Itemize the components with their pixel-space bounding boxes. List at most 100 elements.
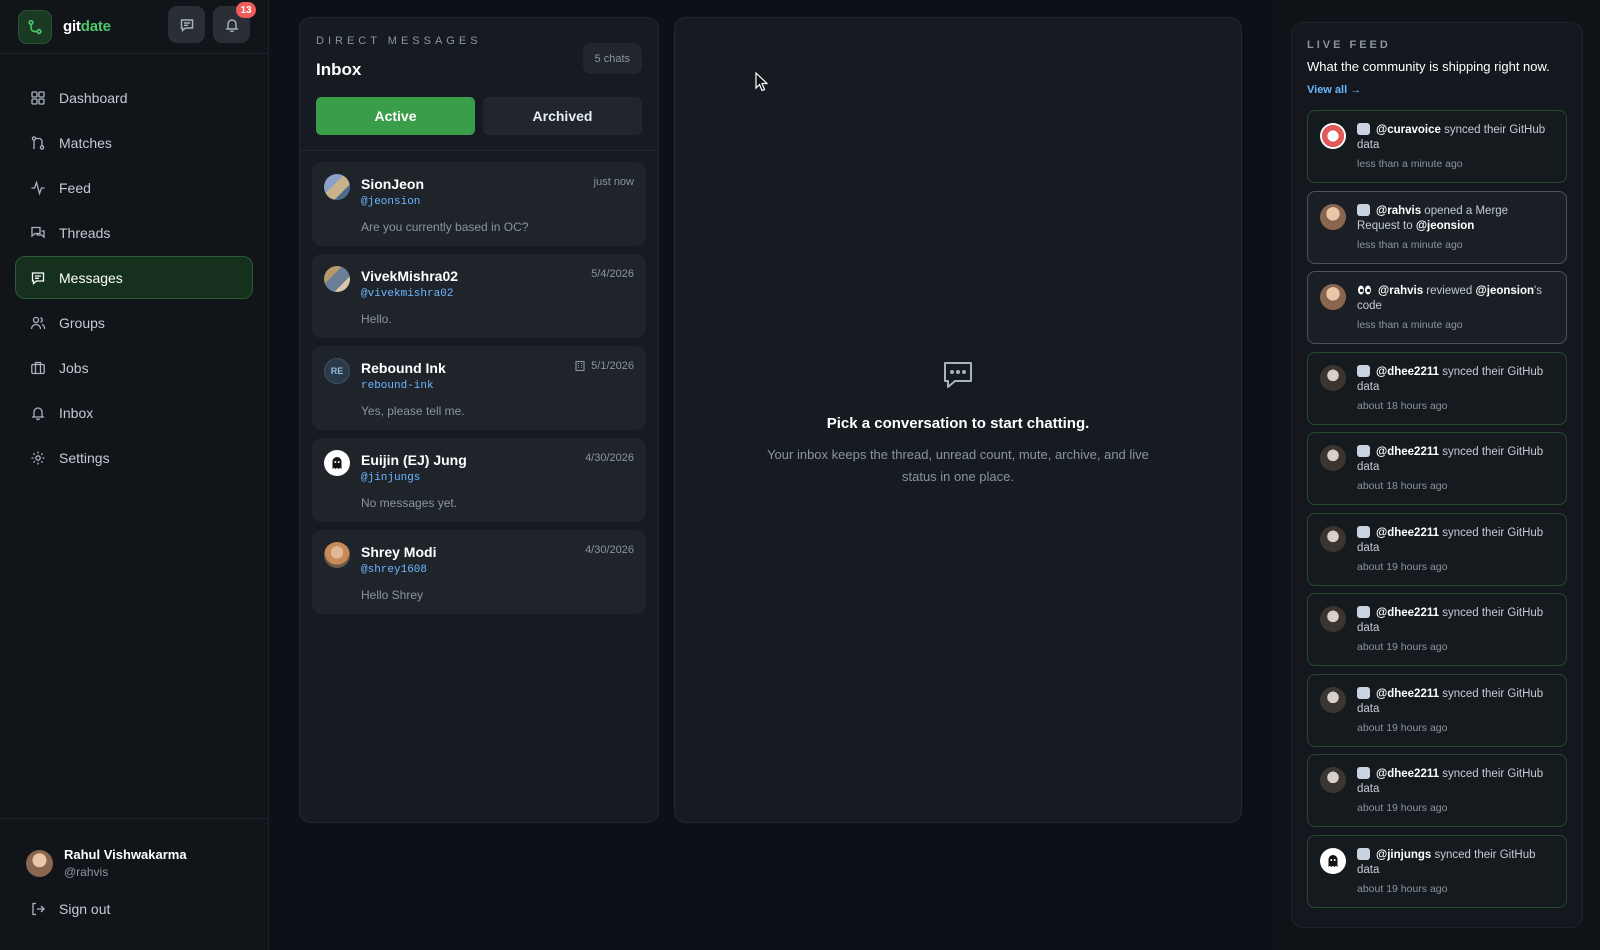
messages-button[interactable] xyxy=(168,6,205,43)
feed-list: @curavoice synced their GitHub data less… xyxy=(1307,110,1567,908)
notifications-button[interactable]: 13 xyxy=(213,2,256,43)
conversation-handle: @shrey1608 xyxy=(361,564,428,576)
inbox-tabs: Active Archived xyxy=(316,97,642,135)
sync-icon xyxy=(1357,445,1370,457)
sidebar-item-label: Messages xyxy=(59,269,123,286)
avatar xyxy=(1320,847,1346,874)
git-merge-icon xyxy=(31,135,45,150)
feed-user[interactable]: @curavoice xyxy=(1376,124,1441,136)
conversation-preview: Yes, please tell me. xyxy=(361,404,465,418)
feed-text: @dhee2211 synced their GitHub data xyxy=(1357,767,1552,797)
empty-state-text: Your inbox keeps the thread, unread coun… xyxy=(767,447,1149,484)
sign-out-button[interactable]: Sign out xyxy=(0,879,268,917)
feed-text: @dhee2211 synced their GitHub data xyxy=(1357,606,1552,636)
sidebar-item-label: Jobs xyxy=(59,359,89,376)
conversation-item[interactable]: Euijin (EJ) Jung @jinjungs No messages y… xyxy=(312,438,646,522)
sidebar-item-label: Groups xyxy=(59,314,105,331)
user-profile[interactable]: Rahul Vishwakarma @rahvis xyxy=(0,819,268,879)
time-label: 4/30/2026 xyxy=(585,544,634,556)
feed-item[interactable]: @dhee2211 synced their GitHub data about… xyxy=(1307,673,1567,747)
conversation-time: 5/1/2026 xyxy=(574,360,634,372)
tab-active[interactable]: Active xyxy=(316,97,475,135)
sidebar-item-dashboard[interactable]: Dashboard xyxy=(15,76,253,119)
sidebar-item-messages[interactable]: Messages xyxy=(15,256,253,299)
sidebar-item-feed[interactable]: Feed xyxy=(15,166,253,209)
feed-user[interactable]: @dhee2211 xyxy=(1376,446,1439,458)
time-label: 5/1/2026 xyxy=(591,360,634,372)
gear-icon xyxy=(31,451,45,464)
sidebar-item-label: Threads xyxy=(59,224,111,241)
feed-user[interactable]: @dhee2211 xyxy=(1376,688,1439,700)
feed-eyebrow: LIVE FEED xyxy=(1307,39,1391,51)
feed-item[interactable]: @dhee2211 synced their GitHub data about… xyxy=(1307,754,1567,827)
avatar xyxy=(26,849,53,877)
view-all-link[interactable]: View all → xyxy=(1307,84,1567,96)
avatar xyxy=(1320,525,1346,552)
merge-request-icon xyxy=(1357,203,1370,216)
feed-item[interactable]: @curavoice synced their GitHub data less… xyxy=(1307,110,1567,183)
feed-user[interactable]: @dhee2211 xyxy=(1376,527,1439,539)
conversation-time: 4/30/2026 xyxy=(585,544,634,556)
feed-user[interactable]: @rahvis xyxy=(1376,205,1421,217)
bell-icon xyxy=(31,406,45,420)
chat-panel: Pick a conversation to start chatting. Y… xyxy=(674,17,1242,823)
conversation-item[interactable]: SionJeon @jeonsion Are you currently bas… xyxy=(312,162,646,246)
feed-action: reviewed xyxy=(1423,285,1476,297)
conversation-item[interactable]: RE Rebound Ink rebound-ink Yes, please t… xyxy=(312,346,646,430)
feed-item[interactable]: @rahvis opened a Merge Request to @jeons… xyxy=(1307,190,1567,264)
sidebar-item-threads[interactable]: Threads xyxy=(15,211,253,254)
feed-item[interactable]: @dhee2211 synced their GitHub data about… xyxy=(1307,432,1567,505)
conversation-preview: Hello Shrey xyxy=(361,588,424,602)
conversation-handle: @vivekmishra02 xyxy=(361,288,454,300)
avatar xyxy=(1320,767,1346,793)
sidebar-item-inbox[interactable]: Inbox xyxy=(15,391,253,434)
feed-text: @dhee2211 synced their GitHub data xyxy=(1357,525,1552,556)
sidebar-item-jobs[interactable]: Jobs xyxy=(15,346,253,389)
sidebar-item-settings[interactable]: Settings xyxy=(15,436,253,479)
brand-name[interactable]: gitdate xyxy=(63,18,111,35)
feed-item[interactable]: @rahvis reviewed @jeonsion's code less t… xyxy=(1307,271,1567,344)
notification-badge: 13 xyxy=(236,2,256,18)
conversation-preview: Are you currently based in OC? xyxy=(361,220,529,234)
time-label: just now xyxy=(593,176,634,188)
feed-target[interactable]: @jeonsion xyxy=(1416,220,1475,232)
users-icon xyxy=(30,316,46,329)
feed-user[interactable]: @dhee2211 xyxy=(1376,768,1439,780)
logo-icon[interactable] xyxy=(18,9,52,44)
feed-item[interactable]: @dhee2211 synced their GitHub data about… xyxy=(1307,593,1567,666)
feed-user[interactable]: @dhee2211 xyxy=(1376,366,1439,378)
feed-target[interactable]: @jeonsion xyxy=(1476,285,1535,297)
feed-time: about 18 hours ago xyxy=(1357,480,1448,492)
tab-archived[interactable]: Archived xyxy=(483,97,642,135)
sync-icon xyxy=(1357,525,1370,538)
feed-item[interactable]: @dhee2211 synced their GitHub data about… xyxy=(1307,512,1567,586)
sync-icon xyxy=(1357,123,1370,135)
empty-state-title: Pick a conversation to start chatting. xyxy=(826,415,1090,432)
user-name: Rahul Vishwakarma xyxy=(64,847,187,862)
eyes-icon xyxy=(1357,284,1372,296)
dashboard-icon xyxy=(31,90,45,105)
conversation-preview: No messages yet. xyxy=(361,496,458,510)
feed-item[interactable]: @dhee2211 synced their GitHub data about… xyxy=(1307,351,1567,425)
dm-header: DIRECT MESSAGES Inbox 5 chats Active Arc… xyxy=(300,18,658,151)
threads-icon xyxy=(31,226,45,238)
avatar xyxy=(1320,686,1346,713)
feed-time: about 19 hours ago xyxy=(1357,641,1448,653)
feed-user[interactable]: @jinjungs xyxy=(1376,849,1431,861)
conversation-item[interactable]: VivekMishra02 @vivekmishra02 Hello. 5/4/… xyxy=(312,254,646,338)
sync-icon xyxy=(1357,364,1370,377)
feed-user[interactable]: @dhee2211 xyxy=(1376,607,1439,619)
avatar xyxy=(1320,364,1346,391)
feed-time: less than a minute ago xyxy=(1357,158,1463,170)
sidebar-item-groups[interactable]: Groups xyxy=(15,301,253,344)
conversation-list: SionJeon @jeonsion Are you currently bas… xyxy=(300,151,658,614)
avatar xyxy=(324,266,350,292)
sidebar-item-matches[interactable]: Matches xyxy=(15,121,253,164)
sidebar-item-label: Matches xyxy=(59,134,112,151)
conversation-item[interactable]: Shrey Modi @shrey1608 Hello Shrey 4/30/2… xyxy=(312,530,646,614)
feed-time: about 19 hours ago xyxy=(1357,882,1448,895)
sign-out-icon xyxy=(32,902,45,916)
feed-item[interactable]: @jinjungs synced their GitHub data about… xyxy=(1307,834,1567,908)
feed-user[interactable]: @rahvis xyxy=(1378,285,1423,297)
brand-part-date: date xyxy=(80,18,111,35)
